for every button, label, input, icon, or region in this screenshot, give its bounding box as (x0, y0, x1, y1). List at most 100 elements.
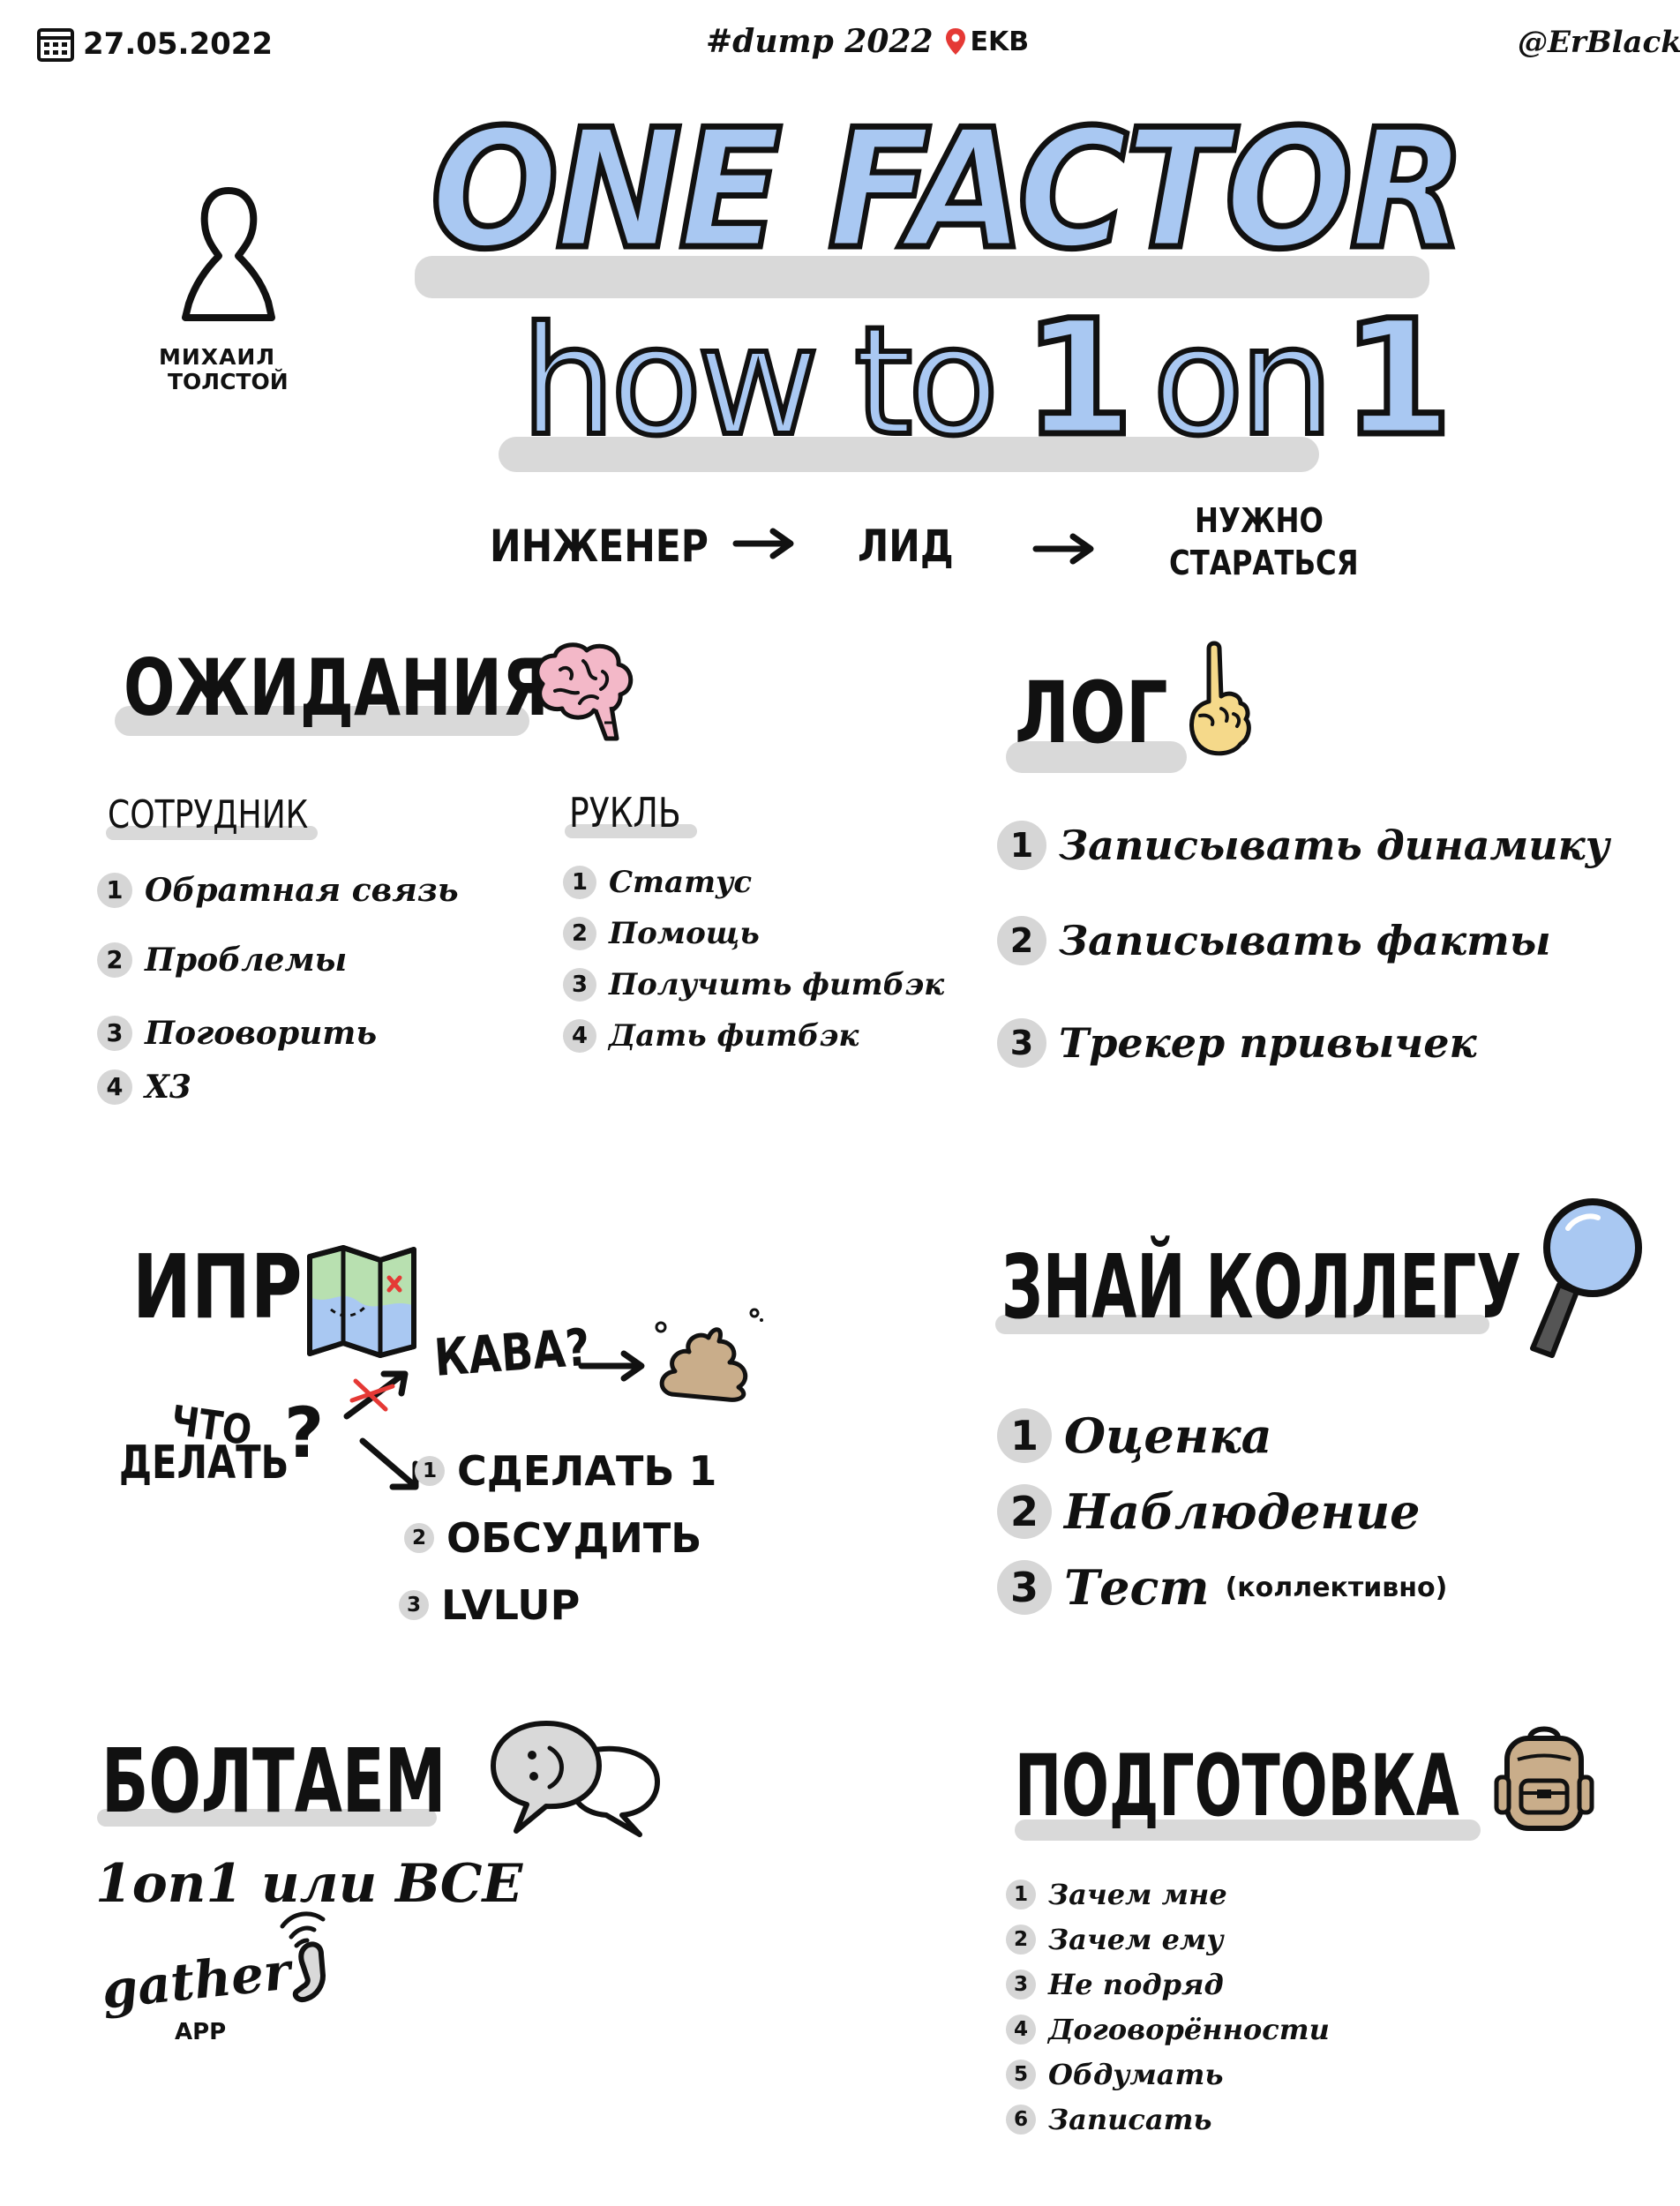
crossed-arrow-icon (343, 1370, 409, 1420)
employee-list-item: 3 Поговорить (97, 1015, 377, 1052)
list-number-badge: 4 (97, 1069, 132, 1105)
prep-list-item: 4 Договорённости (1006, 2013, 1330, 2046)
list-number-badge: 3 (399, 1590, 429, 1620)
list-number-badge: 6 (1006, 2105, 1036, 2135)
section-heading-chat: БОЛТАЕМ (101, 1730, 446, 1833)
section-heading-know-colleague: ЗНАЙ КОЛЛЕГУ (1001, 1235, 1522, 1339)
list-item-text: Договорённости (1048, 2013, 1330, 2046)
poop-icon (655, 1308, 763, 1402)
prep-list-item: 5 Обдумать (1006, 2058, 1224, 2091)
prep-list-item: 3 Не подряд (1006, 1968, 1224, 2001)
backpack-icon (1494, 1726, 1594, 1831)
arrow-right-icon (1032, 533, 1094, 565)
list-item-text: Оценка (1064, 1407, 1272, 1464)
list-number-badge: 2 (563, 917, 596, 950)
section-heading-ipr: ИПР (132, 1235, 303, 1339)
person-icon (182, 187, 275, 321)
list-number-badge: 1 (415, 1456, 445, 1486)
ipr-question-mark: ? (284, 1394, 325, 1474)
subtitle: how to 1 on 1 (518, 296, 1456, 461)
employee-list-item: 1 Обратная связь (97, 872, 459, 909)
section-heading-log: ЛОГ (1015, 664, 1168, 762)
list-number-badge: 1 (997, 821, 1046, 870)
chat-bubbles-icon (491, 1721, 660, 1837)
list-item-text: Обратная связь (145, 872, 459, 909)
speaker-name-line2: ТОЛСТОЙ (168, 369, 289, 394)
list-item-text: Статус (609, 865, 753, 900)
chat-line: 1on1 или ВСЕ (95, 1853, 523, 1915)
list-item-text: Х3 (145, 1069, 191, 1106)
pointing-finger-icon (1189, 641, 1251, 756)
list-item-text: Записать (1048, 2103, 1212, 2136)
know-colleague-list-item: 1 Оценка (997, 1407, 1272, 1464)
gather-app-name: gather (99, 1940, 294, 2021)
manager-list-item: 1 Статус (563, 865, 752, 900)
flow-step-lead: ЛИД (858, 521, 954, 572)
section-heading-expectations: ОЖИДАНИЯ (124, 642, 549, 733)
subtitle-to: to (851, 295, 1002, 469)
event-location: EKB (970, 26, 1030, 57)
list-item-text: Тест (1064, 1559, 1210, 1616)
list-item-text: Трекер привычек (1059, 1019, 1477, 1067)
list-item-text: ОБСУДИТЬ (446, 1514, 702, 1562)
subtitle-one-a: 1 (1020, 287, 1136, 471)
log-list-item: 2 Записывать факты (997, 916, 1551, 965)
flow-step-engineer: ИНЖЕНЕР (490, 521, 709, 572)
list-item-text: Получить фитбэк (609, 967, 945, 1002)
list-number-badge: 1 (1006, 1880, 1036, 1910)
ipr-list-item: 3 LVLUP (399, 1581, 580, 1629)
phone-ringing-icon (280, 1911, 326, 2002)
list-number-badge: 2 (997, 916, 1046, 965)
manager-list-item: 2 Помощь (563, 916, 760, 951)
flow-step-try-line2: СТАРАТЬСЯ (1169, 544, 1359, 582)
list-item-note: (коллективно) (1225, 1572, 1448, 1603)
list-item-text: Проблемы (145, 942, 348, 979)
manager-heading: РУКЛЬ (569, 789, 681, 837)
ipr-list-item: 1 СДЕЛАТЬ 1 (415, 1447, 716, 1495)
manager-list-item: 3 Получить фитбэк (563, 967, 944, 1002)
list-item-text: LVLUP (441, 1581, 581, 1629)
manager-list-item: 4 Дать фитбэк (563, 1018, 859, 1054)
list-number-badge: 3 (997, 1018, 1046, 1068)
list-item-text: Обдумать (1048, 2058, 1224, 2091)
location-pin-icon (945, 28, 965, 55)
list-number-badge: 1 (997, 1408, 1052, 1463)
list-item-text: Наблюдение (1064, 1483, 1421, 1540)
date-text: 27.05.2022 (83, 26, 274, 62)
brain-icon (535, 642, 634, 741)
list-number-badge: 3 (997, 1560, 1052, 1615)
list-item-text: Дать фитбэк (609, 1018, 859, 1054)
speaker-name-line1: МИХАИЛ (159, 344, 276, 370)
employee-heading: СОТРУДНИК (108, 792, 309, 837)
prep-list-item: 1 Зачем мне (1006, 1878, 1227, 1911)
section-heading-prep: ПОДГОТОВКА (1015, 1737, 1459, 1835)
list-item-text: Не подряд (1048, 1968, 1224, 2001)
gather-app-suffix: APP (175, 2019, 227, 2045)
prep-list-item: 6 Записать (1006, 2103, 1212, 2136)
log-list-item: 3 Трекер привычек (997, 1018, 1477, 1068)
list-number-badge: 1 (97, 873, 132, 908)
log-list-item: 1 Записывать динамику (997, 821, 1609, 870)
arrow-right-icon (732, 528, 794, 559)
list-number-badge: 4 (1006, 2015, 1036, 2045)
main-title: ONE FACTOR (428, 94, 1469, 285)
list-item-text: Помощь (609, 916, 760, 951)
list-number-badge: 2 (404, 1523, 434, 1553)
list-number-badge: 4 (563, 1019, 596, 1053)
know-colleague-list-item: 3 Тест (коллективно) (997, 1559, 1447, 1616)
arrow-right-icon (578, 1350, 645, 1382)
list-item-text: Записывать динамику (1059, 822, 1610, 869)
list-item-text: Зачем ему (1048, 1923, 1224, 1956)
list-number-badge: 2 (97, 942, 132, 978)
event-block: #dump 2022 EKB (706, 23, 1029, 60)
ipr-kaba: КАВА? (432, 1317, 592, 1388)
date-block: 27.05.2022 (37, 26, 273, 62)
map-icon (307, 1245, 416, 1358)
prep-list-item: 2 Зачем ему (1006, 1923, 1224, 1956)
list-number-badge: 5 (1006, 2060, 1036, 2090)
list-number-badge: 2 (1006, 1925, 1036, 1955)
list-item-text: Поговорить (145, 1015, 378, 1052)
list-item-text: Записывать факты (1059, 917, 1551, 964)
magnifier-icon (1530, 1198, 1642, 1358)
list-number-badge: 3 (563, 968, 596, 1002)
